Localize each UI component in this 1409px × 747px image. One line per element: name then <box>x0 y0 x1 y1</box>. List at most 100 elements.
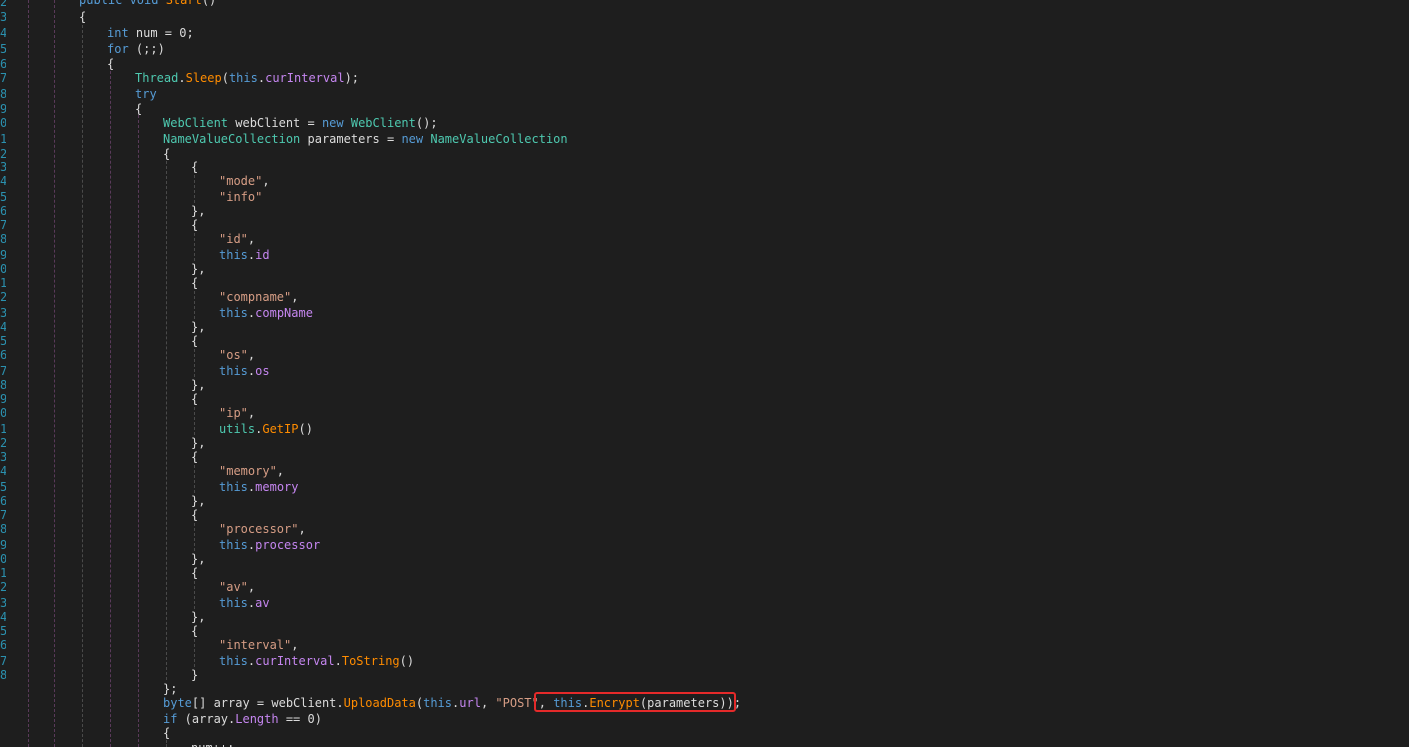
code-token: , <box>276 464 285 478</box>
code-token: av <box>255 596 270 610</box>
code-line[interactable]: "os", <box>219 347 255 363</box>
code-line[interactable]: this.processor <box>219 537 320 553</box>
code-token: GetIP <box>262 422 299 436</box>
code-line[interactable]: { <box>191 507 198 523</box>
code-token: , <box>247 232 256 246</box>
code-line[interactable]: "compname", <box>219 289 298 305</box>
code-token: Thread <box>135 71 179 85</box>
line-number: 4 <box>0 464 6 478</box>
line-number: 4 <box>0 26 6 40</box>
code-line[interactable]: "interval", <box>219 637 298 653</box>
code-token: }, <box>191 320 206 334</box>
code-line[interactable]: for (;;) <box>107 41 165 57</box>
code-line[interactable]: "id", <box>219 231 255 247</box>
line-number: 4 <box>0 174 6 188</box>
code-token: { <box>191 624 199 638</box>
code-token: }, <box>191 552 206 566</box>
code-token: for <box>107 42 129 56</box>
code-token: compName <box>255 306 313 320</box>
code-token: this <box>219 654 248 668</box>
code-token: "av" <box>219 580 248 594</box>
code-line[interactable]: Thread.Sleep(this.curInterval); <box>135 70 359 86</box>
code-token: NameValueCollection <box>430 132 568 146</box>
line-number: 8 <box>0 87 6 101</box>
code-token: this <box>219 538 248 552</box>
code-line[interactable]: WebClient webClient = new WebClient(); <box>163 115 438 131</box>
code-line[interactable]: { <box>79 9 86 25</box>
code-token: utils <box>219 422 256 436</box>
code-line[interactable]: utils.GetIP() <box>219 421 313 437</box>
code-line[interactable]: { <box>163 725 170 741</box>
code-token: { <box>191 276 199 290</box>
code-token: this <box>228 71 258 85</box>
code-token: { <box>191 566 199 580</box>
code-token: "memory" <box>219 464 277 478</box>
code-line[interactable]: { <box>191 275 198 291</box>
code-line[interactable]: public void Start() <box>79 0 216 8</box>
code-token: { <box>191 392 199 406</box>
code-token: == 0) <box>278 712 322 726</box>
code-line[interactable]: { <box>135 101 142 117</box>
code-line[interactable]: try <box>135 86 157 102</box>
code-token: url <box>459 696 481 710</box>
code-line[interactable]: int num = 0; <box>107 25 194 41</box>
line-number: 8 <box>0 522 6 536</box>
code-token: , <box>298 522 306 536</box>
code-token: { <box>107 57 115 71</box>
code-line[interactable]: { <box>191 159 198 175</box>
code-line[interactable]: { <box>191 391 198 407</box>
code-line[interactable]: "mode", <box>219 173 270 189</box>
code-line[interactable]: this.memory <box>219 479 299 495</box>
code-line[interactable]: { <box>191 623 198 639</box>
code-token: , <box>247 580 256 594</box>
code-token: }, <box>191 436 206 450</box>
code-token: } <box>191 668 199 682</box>
code-token: this <box>219 248 248 262</box>
code-line[interactable]: this.os <box>219 363 270 379</box>
code-token: new <box>401 132 431 146</box>
code-token: . <box>334 654 342 668</box>
code-line[interactable]: this.compName <box>219 305 313 321</box>
code-line[interactable]: { <box>191 217 198 233</box>
code-token: NameValueCollection <box>163 132 301 146</box>
code-line[interactable]: num++; <box>191 740 234 747</box>
code-token: num++; <box>191 741 234 747</box>
code-token: processor <box>255 538 321 552</box>
code-line[interactable]: "info" <box>219 189 262 205</box>
indent-guide-line <box>166 156 167 680</box>
line-number: 8 <box>0 668 6 682</box>
code-line[interactable]: { <box>107 56 114 72</box>
code-line[interactable]: "av", <box>219 579 255 595</box>
code-token: this <box>219 306 248 320</box>
code-line[interactable]: this.curInterval.ToString() <box>219 653 414 669</box>
code-token: int <box>107 26 129 40</box>
code-token: webClient = <box>228 116 322 130</box>
code-line[interactable]: { <box>191 565 198 581</box>
code-line[interactable]: } <box>191 667 198 683</box>
code-line[interactable]: this.av <box>219 595 270 611</box>
code-token: () <box>298 422 313 436</box>
code-token: "compname" <box>219 290 292 304</box>
code-token: try <box>135 87 157 101</box>
line-number: 0 <box>0 116 6 130</box>
code-line[interactable]: { <box>191 449 198 465</box>
code-line[interactable]: this.id <box>219 247 270 263</box>
code-token: , <box>262 174 270 188</box>
code-line[interactable]: if (array.Length == 0) <box>163 711 322 727</box>
code-token: os <box>255 364 270 378</box>
line-number: 0 <box>0 406 6 420</box>
code-token: }; <box>163 682 178 696</box>
code-line[interactable]: "processor", <box>219 521 306 537</box>
code-line[interactable]: { <box>191 333 198 349</box>
code-line[interactable]: "ip", <box>219 405 255 421</box>
code-token: { <box>191 508 199 522</box>
line-number: 2 <box>0 290 6 304</box>
line-number: 7 <box>0 71 6 85</box>
code-line[interactable]: "memory", <box>219 463 284 479</box>
code-editor[interactable]: 2345678901234567890123456789012345678901… <box>0 0 1409 747</box>
code-token: { <box>135 102 143 116</box>
code-token: this <box>219 364 248 378</box>
code-token: }, <box>191 378 206 392</box>
code-line[interactable]: NameValueCollection parameters = new Nam… <box>163 131 568 147</box>
code-line[interactable]: { <box>163 146 170 162</box>
